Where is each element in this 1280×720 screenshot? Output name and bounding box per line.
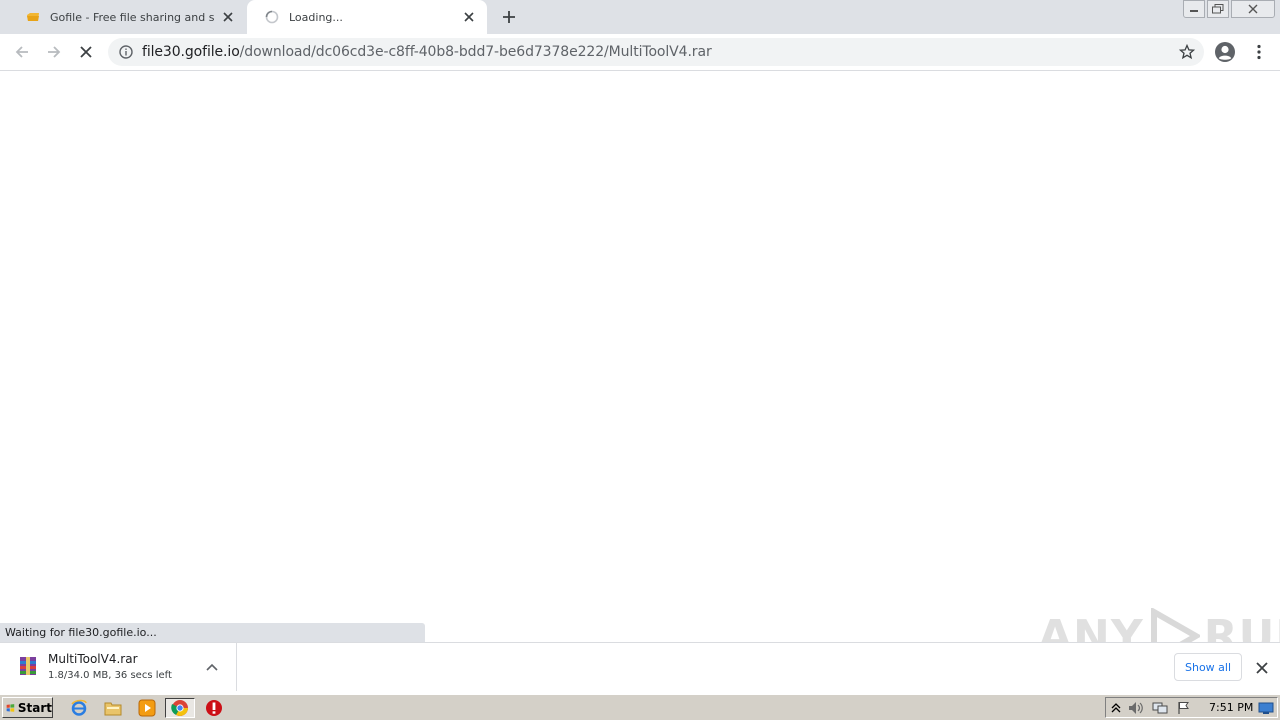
window-minimize-button[interactable]: [1183, 0, 1205, 18]
system-tray: 7:51 PM: [1105, 697, 1278, 718]
page-viewport: [0, 72, 1280, 623]
tab-gofile[interactable]: Gofile - Free file sharing and storage: [8, 0, 246, 34]
show-desktop-icon[interactable]: [1258, 700, 1274, 716]
chevron-up-icon: [206, 663, 218, 671]
tab-loading[interactable]: Loading...: [247, 0, 487, 34]
window-close-button[interactable]: [1231, 0, 1275, 18]
minimize-icon: [1190, 10, 1198, 12]
close-icon: [1248, 4, 1258, 14]
chrome-taskbar-button[interactable]: [165, 698, 195, 718]
download-shelf: MultiToolV4.rar 1.8/34.0 MB, 36 secs lef…: [0, 642, 1280, 691]
action-center-flag-icon[interactable]: [1176, 700, 1192, 716]
plus-icon: [503, 11, 515, 23]
volume-icon[interactable]: [1128, 700, 1144, 716]
url-text: file30.gofile.io/download/dc06cd3e-c8ff-…: [142, 44, 712, 60]
taskbar: Start 7:51 PM: [0, 694, 1280, 720]
site-info-icon[interactable]: [118, 44, 134, 60]
tab-close-icon[interactable]: [220, 9, 236, 25]
file-explorer-icon[interactable]: [103, 698, 123, 718]
url-host: file30.gofile.io: [142, 44, 240, 60]
network-icon[interactable]: [1152, 700, 1168, 716]
arrow-left-icon: [15, 46, 28, 58]
back-button[interactable]: [10, 40, 34, 64]
opera-icon[interactable]: [204, 698, 224, 718]
download-file-name: MultiToolV4.rar: [48, 652, 138, 666]
rar-file-icon: [17, 655, 39, 677]
chrome-icon: [171, 700, 188, 716]
internet-explorer-icon[interactable]: [69, 698, 89, 718]
tab-strip: Gofile - Free file sharing and storage L…: [0, 0, 1280, 34]
start-label: Start: [17, 700, 52, 715]
address-bar[interactable]: file30.gofile.io/download/dc06cd3e-c8ff-…: [108, 38, 1204, 66]
stop-loading-button[interactable]: [74, 40, 98, 64]
loading-spinner-icon: [265, 10, 279, 24]
show-all-button[interactable]: Show all: [1174, 653, 1242, 681]
url-path: /download/dc06cd3e-c8ff-40b8-bdd7-be6d73…: [239, 44, 712, 60]
browser-toolbar: file30.gofile.io/download/dc06cd3e-c8ff-…: [0, 34, 1280, 71]
tray-expand-icon[interactable]: [1108, 700, 1124, 716]
download-options-button[interactable]: [204, 659, 220, 675]
tab-title: Loading...: [289, 10, 343, 24]
restore-icon: [1212, 4, 1224, 14]
browser-menu-button[interactable]: [1250, 41, 1268, 63]
bookmark-star-icon[interactable]: [1178, 43, 1196, 61]
tab-close-icon[interactable]: [461, 9, 477, 25]
media-player-icon[interactable]: [137, 698, 157, 718]
arrow-right-icon: [48, 46, 61, 58]
status-bubble: Waiting for file30.gofile.io...: [0, 623, 425, 642]
window-restore-button[interactable]: [1207, 0, 1229, 18]
tab-title: Gofile - Free file sharing and storage: [50, 10, 214, 24]
download-item[interactable]: MultiToolV4.rar 1.8/34.0 MB, 36 secs lef…: [0, 643, 237, 691]
download-progress-text: 1.8/34.0 MB, 36 secs left: [48, 670, 172, 681]
start-button[interactable]: Start: [2, 697, 53, 718]
stop-x-icon: [80, 46, 92, 58]
windows-logo-icon: [6, 703, 15, 712]
profile-avatar-icon[interactable]: [1214, 41, 1236, 63]
forward-button[interactable]: [42, 40, 66, 64]
close-icon: [1256, 662, 1268, 674]
clock: 7:51 PM: [1209, 701, 1254, 714]
gofile-favicon-icon: [26, 10, 40, 24]
close-shelf-button[interactable]: [1253, 659, 1271, 677]
kebab-menu-icon: [1257, 44, 1261, 60]
new-tab-button[interactable]: [498, 6, 520, 28]
